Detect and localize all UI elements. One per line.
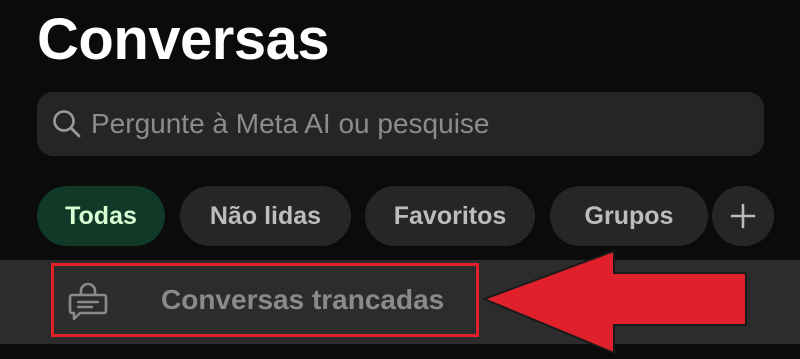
page-title: Conversas <box>37 7 330 72</box>
plus-icon <box>730 203 756 229</box>
annotation-highlight-box <box>51 263 479 337</box>
chats-screen: Conversas Pergunte à Meta AI ou pesquise… <box>0 0 800 359</box>
chip-nao-lidas[interactable]: Não lidas <box>180 186 351 246</box>
search-icon <box>53 110 81 138</box>
chip-favoritos[interactable]: Favoritos <box>365 186 535 246</box>
chip-grupos[interactable]: Grupos <box>550 186 708 246</box>
search-input[interactable]: Pergunte à Meta AI ou pesquise <box>91 108 490 140</box>
search-bar[interactable]: Pergunte à Meta AI ou pesquise <box>37 92 764 156</box>
chip-todas[interactable]: Todas <box>37 186 165 246</box>
annotation-arrow-icon <box>482 249 747 355</box>
add-filter-button[interactable] <box>712 186 774 246</box>
filter-chips: Todas Não lidas Favoritos Grupos <box>37 186 777 246</box>
